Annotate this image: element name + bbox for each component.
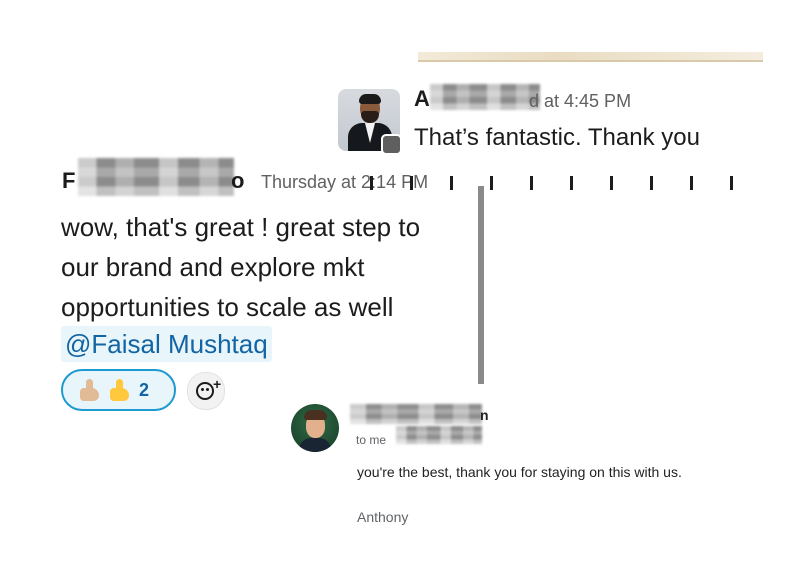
- message-timestamp[interactable]: d at 4:45 PM: [529, 91, 631, 112]
- redacted-name-pixels: [350, 404, 482, 424]
- cropped-banner-strip: [418, 52, 763, 62]
- sender-name[interactable]: A: [414, 86, 430, 112]
- email-signature: Anthony: [357, 509, 409, 525]
- thumbs-up-light-icon: [77, 378, 101, 402]
- message-line: our brand and explore mkt: [61, 252, 365, 282]
- sender-name[interactable]: F: [62, 168, 75, 194]
- plus-icon: +: [213, 376, 222, 392]
- reaction-count: 2: [139, 379, 150, 400]
- redacted-name-pixels: [78, 158, 234, 196]
- message-text: wow, that's great ! great step to our br…: [61, 207, 471, 327]
- image-divider: [478, 186, 484, 384]
- avatar-body: [299, 438, 331, 452]
- avatar-hair: [359, 94, 381, 104]
- thumbs-up-icon: [107, 378, 131, 402]
- message-text: That’s fantastic. Thank you: [414, 124, 700, 151]
- sender-name-tail[interactable]: o: [231, 168, 244, 194]
- user-mention-link[interactable]: @Faisal Mushtaq: [61, 326, 272, 362]
- sender-name-tail[interactable]: n: [480, 407, 489, 423]
- email-body-text: you're the best, thank you for staying o…: [357, 464, 682, 480]
- message-line: wow, that's great ! great step to: [61, 212, 421, 242]
- message-line: opportunities to scale as well: [61, 292, 394, 322]
- add-reaction-icon: [196, 382, 214, 400]
- cropped-text-remnant: [370, 176, 738, 190]
- avatar-hair: [304, 410, 327, 420]
- redacted-name-pixels: [396, 426, 482, 444]
- presence-status-icon: [381, 134, 402, 155]
- redacted-name-pixels: [430, 84, 540, 110]
- sender-avatar[interactable]: [291, 404, 339, 452]
- recipient-line[interactable]: to me: [356, 433, 386, 447]
- add-reaction-button[interactable]: +: [187, 372, 225, 410]
- avatar-beard: [361, 111, 379, 123]
- reaction-pill[interactable]: 2: [61, 369, 176, 411]
